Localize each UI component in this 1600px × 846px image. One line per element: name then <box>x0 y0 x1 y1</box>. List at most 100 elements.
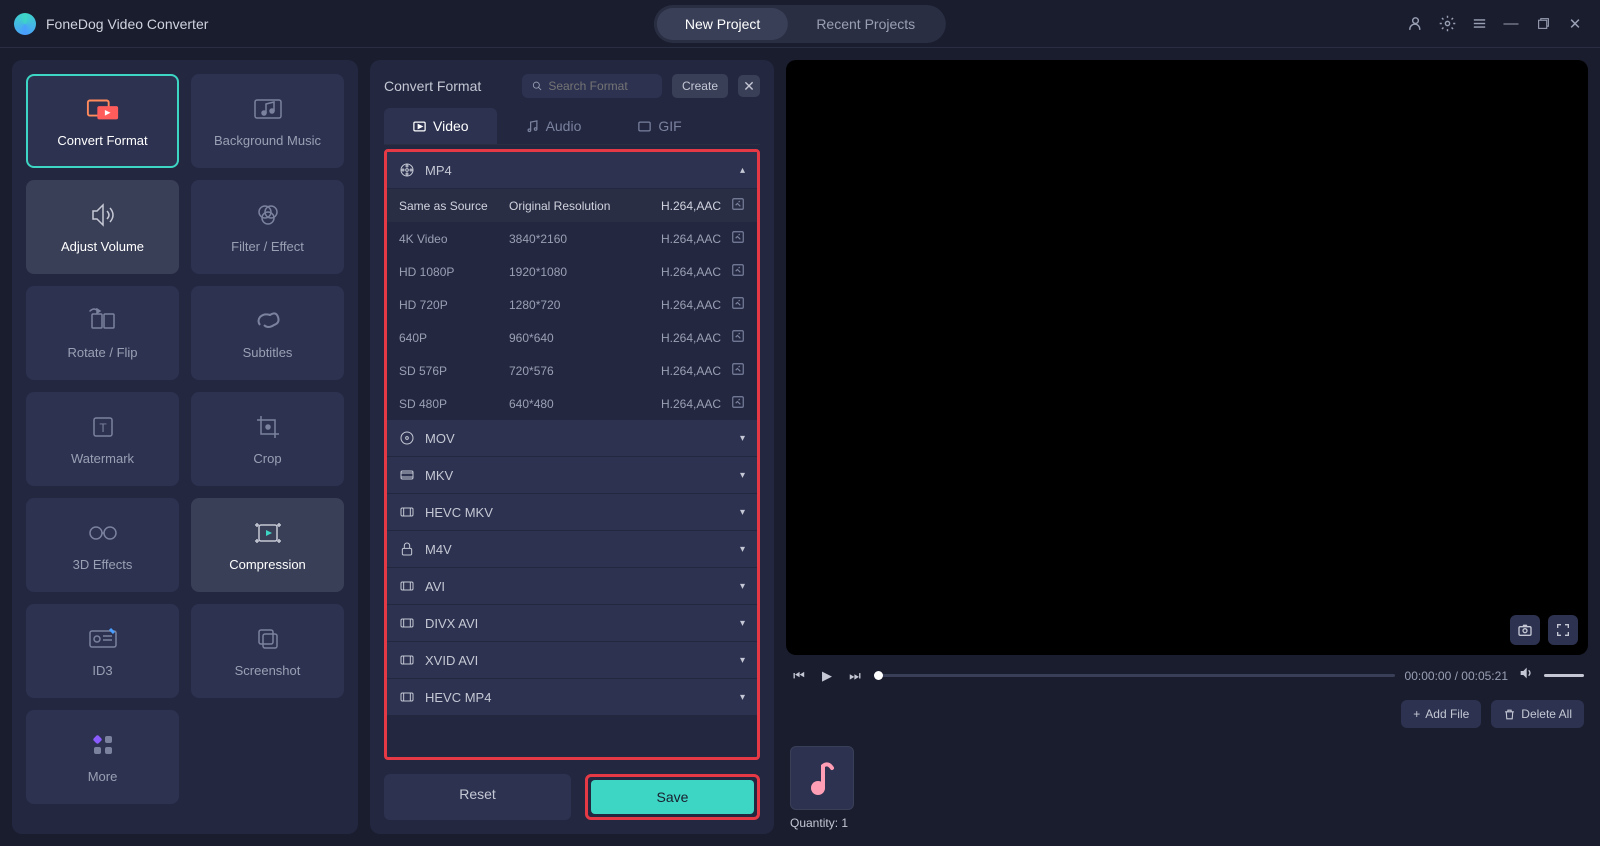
thumb-label: Quantity: 1 <box>790 816 854 830</box>
tab-gif[interactable]: GIF <box>609 108 709 144</box>
tab-label: Audio <box>546 118 582 134</box>
preset-name: SD 480P <box>399 397 509 411</box>
settings-icon[interactable] <box>1436 13 1458 35</box>
file-actions: +Add File Delete All <box>786 696 1588 732</box>
save-button[interactable]: Save <box>591 780 754 814</box>
tool-label: Compression <box>229 557 306 572</box>
format-group-mkv[interactable]: MKV▾ <box>387 457 757 494</box>
tool-rotate-flip[interactable]: Rotate / Flip <box>26 286 179 380</box>
chevron-down-icon: ▾ <box>740 692 745 703</box>
convert-icon <box>86 95 120 123</box>
menu-icon[interactable] <box>1468 13 1490 35</box>
preset-row[interactable]: 4K Video 3840*2160 H.264,AAC <box>387 222 757 255</box>
thumb-image <box>790 746 854 810</box>
preset-row[interactable]: 640P 960*640 H.264,AAC <box>387 321 757 354</box>
maximize-button[interactable] <box>1532 13 1554 35</box>
delete-all-button[interactable]: Delete All <box>1491 700 1584 728</box>
tool-more[interactable]: More <box>26 710 179 804</box>
volume-icon[interactable] <box>1518 665 1534 686</box>
file-thumb[interactable]: Quantity: 1 <box>790 746 854 830</box>
fullscreen-button[interactable] <box>1548 615 1578 645</box>
timeline-slider[interactable] <box>874 674 1395 677</box>
video-preview <box>786 60 1588 655</box>
tool-label: ID3 <box>92 663 112 678</box>
format-group-mov[interactable]: MOV▾ <box>387 420 757 457</box>
tool-label: Screenshot <box>235 663 301 678</box>
edit-preset-icon[interactable] <box>731 395 745 412</box>
close-button[interactable]: ✕ <box>1564 13 1586 35</box>
tab-new-project[interactable]: New Project <box>657 8 788 40</box>
format-group-m4v[interactable]: M4V▾ <box>387 531 757 568</box>
preset-codec: H.264,AAC <box>629 199 725 213</box>
film-icon <box>399 430 415 446</box>
play-button[interactable]: ▶ <box>818 667 836 685</box>
tab-video[interactable]: Video <box>384 108 497 144</box>
edit-preset-icon[interactable] <box>731 296 745 313</box>
account-icon[interactable] <box>1404 13 1426 35</box>
format-group-hevc-mkv[interactable]: HEVC MKV▾ <box>387 494 757 531</box>
format-group-avi[interactable]: AVI▾ <box>387 568 757 605</box>
tool-convert-format[interactable]: Convert Format <box>26 74 179 168</box>
preset-resolution: 640*480 <box>509 397 629 411</box>
time-display: 00:00:00 / 00:05:21 <box>1405 669 1508 683</box>
preset-row[interactable]: Same as Source Original Resolution H.264… <box>387 189 757 222</box>
minimize-button[interactable]: — <box>1500 13 1522 35</box>
volume-slider[interactable] <box>1544 674 1584 677</box>
tool-label: Adjust Volume <box>61 239 144 254</box>
lock-icon <box>399 541 415 557</box>
tool-filter-effect[interactable]: Filter / Effect <box>191 180 344 274</box>
timeline-handle[interactable] <box>874 671 883 680</box>
preset-row[interactable]: HD 720P 1280*720 H.264,AAC <box>387 288 757 321</box>
edit-preset-icon[interactable] <box>731 263 745 280</box>
app-logo-icon <box>14 13 36 35</box>
tool-label: Rotate / Flip <box>67 345 137 360</box>
next-button[interactable]: ⏭ <box>846 667 864 685</box>
edit-preset-icon[interactable] <box>731 362 745 379</box>
format-group-xvid-avi[interactable]: XVID AVI▾ <box>387 642 757 679</box>
preset-row[interactable]: HD 1080P 1920*1080 H.264,AAC <box>387 255 757 288</box>
preset-codec: H.264,AAC <box>629 232 725 246</box>
compress-icon <box>251 519 285 547</box>
music-icon <box>251 95 285 123</box>
file-thumbnails: Quantity: 1 <box>786 742 1588 834</box>
add-file-button[interactable]: +Add File <box>1401 700 1481 728</box>
tool-adjust-volume[interactable]: Adjust Volume <box>26 180 179 274</box>
edit-preset-icon[interactable] <box>731 197 745 214</box>
tool-3d-effects[interactable]: 3D Effects <box>26 498 179 592</box>
reset-button[interactable]: Reset <box>384 774 571 820</box>
tool-watermark[interactable]: T Watermark <box>26 392 179 486</box>
format-list-highlight: MP4 ▴ Same as Source Original Resolution… <box>384 149 760 760</box>
tool-subtitles[interactable]: Subtitles <box>191 286 344 380</box>
tab-label: GIF <box>658 118 681 134</box>
prev-button[interactable]: ⏮ <box>790 667 808 685</box>
snapshot-button[interactable] <box>1510 615 1540 645</box>
window-buttons: — ✕ <box>1404 13 1586 35</box>
preset-row[interactable]: SD 576P 720*576 H.264,AAC <box>387 354 757 387</box>
preset-resolution: 720*576 <box>509 364 629 378</box>
close-panel-button[interactable]: ✕ <box>738 75 760 97</box>
tab-recent-projects[interactable]: Recent Projects <box>788 8 943 40</box>
search-icon <box>532 80 542 92</box>
tool-compression[interactable]: Compression <box>191 498 344 592</box>
tool-background-music[interactable]: Background Music <box>191 74 344 168</box>
format-group-divx-avi[interactable]: DIVX AVI▾ <box>387 605 757 642</box>
search-format-field[interactable] <box>522 74 662 98</box>
format-group-mp4[interactable]: MP4 ▴ <box>387 152 757 189</box>
tool-label: Watermark <box>71 451 134 466</box>
create-button[interactable]: Create <box>672 74 728 98</box>
format-group-hevc-mp4[interactable]: HEVC MP4▾ <box>387 679 757 716</box>
tool-label: 3D Effects <box>73 557 133 572</box>
tool-id3[interactable]: ID3 <box>26 604 179 698</box>
tool-crop[interactable]: Crop <box>191 392 344 486</box>
edit-preset-icon[interactable] <box>731 230 745 247</box>
titlebar: FoneDog Video Converter New Project Rece… <box>0 0 1600 48</box>
search-format-input[interactable] <box>548 79 652 93</box>
gif-icon <box>637 119 652 134</box>
tool-label: Filter / Effect <box>231 239 304 254</box>
preset-row[interactable]: SD 480P 640*480 H.264,AAC <box>387 387 757 420</box>
chevron-down-icon: ▾ <box>740 470 745 481</box>
format-name: XVID AVI <box>425 653 478 668</box>
edit-preset-icon[interactable] <box>731 329 745 346</box>
tool-screenshot[interactable]: Screenshot <box>191 604 344 698</box>
tab-audio[interactable]: Audio <box>497 108 610 144</box>
